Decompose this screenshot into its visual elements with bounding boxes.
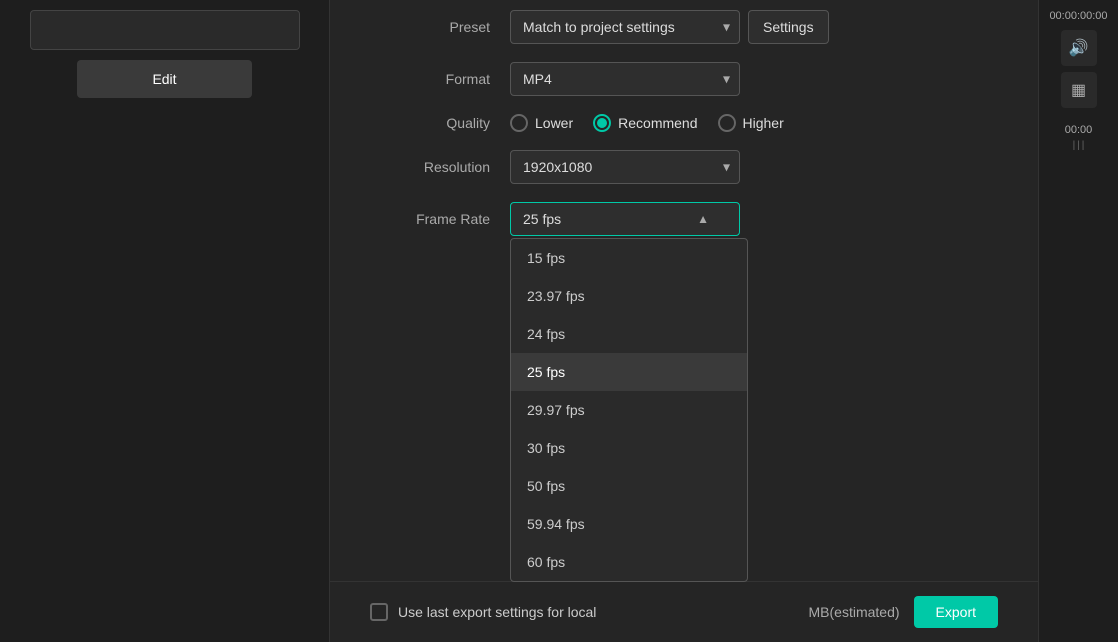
volume-button[interactable]: 🔊 — [1061, 30, 1097, 66]
preview-box — [30, 10, 300, 50]
edit-button[interactable]: Edit — [77, 60, 252, 98]
framerate-option-50fps[interactable]: 50 fps — [511, 467, 747, 505]
main-panel: Preset Match to project settings Setting… — [330, 0, 1038, 642]
grid-button[interactable]: ▦ — [1061, 72, 1097, 108]
framerate-dropdown-menu: 15 fps 23.97 fps 24 fps 25 fps 29.97 fps… — [510, 238, 748, 582]
time-display-top: 00:00:00:00 — [1049, 10, 1107, 22]
settings-button[interactable]: Settings — [748, 10, 829, 44]
export-button[interactable]: Export — [914, 596, 998, 628]
timeline-area: 00:00 | | | — [1044, 124, 1113, 151]
framerate-option-15fps[interactable]: 15 fps — [511, 239, 747, 277]
framerate-option-24fps[interactable]: 24 fps — [511, 315, 747, 353]
bottom-bar: Use last export settings for local MB(es… — [330, 581, 1038, 642]
last-export-label: Use last export settings for local — [398, 604, 596, 620]
preset-dropdown-wrapper: Match to project settings — [510, 10, 740, 44]
time-display-bottom: 00:00 — [1065, 124, 1093, 136]
format-label: Format — [370, 71, 490, 87]
framerate-value: 25 fps — [523, 211, 561, 227]
resolution-dropdown[interactable]: 1920x1080 — [510, 150, 740, 184]
last-export-checkbox[interactable] — [370, 603, 388, 621]
framerate-option-2997fps[interactable]: 29.97 fps — [511, 391, 747, 429]
framerate-row: Frame Rate 25 fps ▲ 15 fps 23.97 fps 24 … — [370, 202, 998, 236]
framerate-label: Frame Rate — [370, 211, 490, 227]
format-row: Format MP4 — [370, 62, 998, 96]
quality-higher-radio — [718, 114, 736, 132]
format-dropdown-wrapper: MP4 — [510, 62, 740, 96]
quality-row: Quality Lower Recommend Higher — [370, 114, 998, 132]
preset-dropdown[interactable]: Match to project settings — [510, 10, 740, 44]
checkbox-row: Use last export settings for local — [370, 603, 596, 621]
chevron-up-icon: ▲ — [697, 212, 709, 226]
quality-lower-label: Lower — [535, 115, 573, 131]
quality-lower-option[interactable]: Lower — [510, 114, 573, 132]
resolution-row: Resolution 1920x1080 — [370, 150, 998, 184]
settings-area: Preset Match to project settings Setting… — [330, 0, 1038, 358]
framerate-option-60fps[interactable]: 60 fps — [511, 543, 747, 581]
right-bottom: MB(estimated) Export — [809, 596, 999, 628]
quality-recommend-option[interactable]: Recommend — [593, 114, 697, 132]
framerate-option-30fps[interactable]: 30 fps — [511, 429, 747, 467]
grid-icon: ▦ — [1071, 80, 1086, 100]
quality-recommend-label: Recommend — [618, 115, 697, 131]
format-dropdown[interactable]: MP4 — [510, 62, 740, 96]
quality-higher-option[interactable]: Higher — [718, 114, 784, 132]
quality-recommend-radio — [593, 114, 611, 132]
right-panel: 00:00:00:00 🔊 ▦ 00:00 | | | — [1038, 0, 1118, 642]
framerate-trigger[interactable]: 25 fps ▲ — [510, 202, 740, 236]
framerate-option-5994fps[interactable]: 59.94 fps — [511, 505, 747, 543]
preset-controls: Match to project settings Settings — [510, 10, 829, 44]
quality-lower-radio — [510, 114, 528, 132]
quality-recommend-inner — [597, 118, 607, 128]
resolution-dropdown-wrapper: 1920x1080 — [510, 150, 740, 184]
estimated-size: MB(estimated) — [809, 604, 900, 620]
resolution-label: Resolution — [370, 159, 490, 175]
framerate-option-25fps[interactable]: 25 fps — [511, 353, 747, 391]
preset-row: Preset Match to project settings Setting… — [370, 10, 998, 44]
quality-higher-label: Higher — [743, 115, 784, 131]
quality-label: Quality — [370, 115, 490, 131]
framerate-option-2397fps[interactable]: 23.97 fps — [511, 277, 747, 315]
preset-label: Preset — [370, 19, 490, 35]
framerate-wrapper: 25 fps ▲ 15 fps 23.97 fps 24 fps 25 fps … — [510, 202, 740, 236]
volume-icon: 🔊 — [1069, 38, 1089, 58]
quality-options: Lower Recommend Higher — [510, 114, 784, 132]
left-panel: Edit — [0, 0, 330, 642]
